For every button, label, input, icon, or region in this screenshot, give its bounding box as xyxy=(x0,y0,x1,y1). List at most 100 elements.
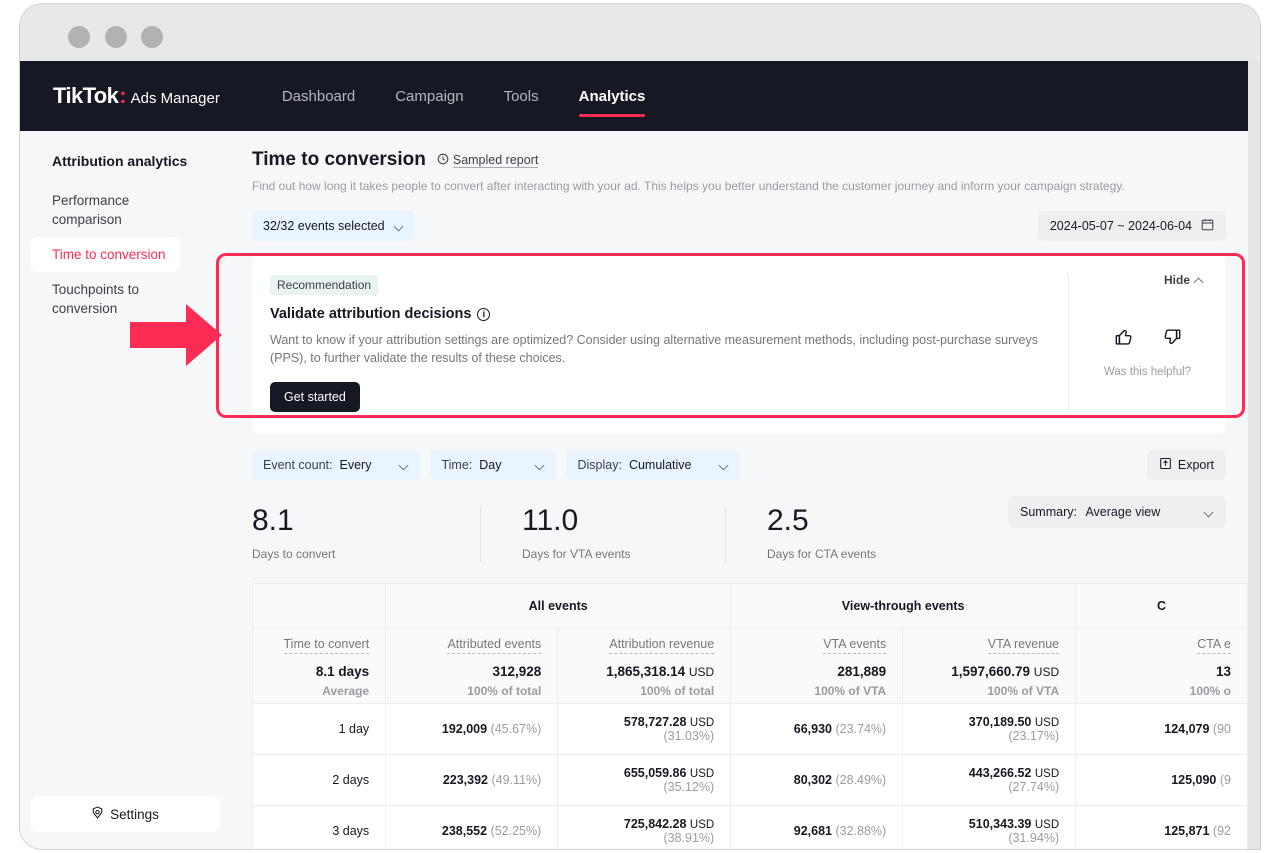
recommendation-badge: Recommendation xyxy=(270,275,379,295)
cell-vta-events: 92,681 (32.88%) xyxy=(730,805,904,849)
date-range-label: 2024-05-07 ~ 2024-06-04 xyxy=(1049,219,1192,233)
metric-value: 11.0 xyxy=(522,504,579,537)
settings-label: Settings xyxy=(110,806,159,822)
summary-view-dropdown[interactable]: Summary: Average view xyxy=(1008,496,1226,528)
cell-attribution-revenue: 578,727.28 USD (31.03%) xyxy=(557,703,732,755)
column-summary-value: 1,597,660.79 USD xyxy=(951,663,1060,679)
table-row: 3 days 238,552 (52.25%) 725,842.28 USD (… xyxy=(252,805,1248,849)
window-minimize-dot[interactable] xyxy=(105,26,127,48)
row-label: 1 day xyxy=(252,703,387,755)
row-label: 2 days xyxy=(252,754,387,806)
event-count-dropdown[interactable]: Event count: Every xyxy=(252,450,421,480)
page-title-row: Time to conversion Sampled report xyxy=(252,149,1226,171)
nav-links: Dashboard Campaign Tools Analytics xyxy=(262,61,666,131)
row-label: 3 days xyxy=(252,805,387,849)
sidebar-item-time-to-conversion[interactable]: Time to conversion xyxy=(30,237,180,272)
metric-days-for-vta-events: 11.0 Days for VTA events xyxy=(480,504,767,562)
table-summary-row: Time to convert 8.1 days Average Attribu… xyxy=(252,628,1248,704)
events-selected-label: 32/32 events selected xyxy=(263,219,385,233)
sampled-report-badge[interactable]: Sampled report xyxy=(437,152,539,168)
events-selected-dropdown[interactable]: 32/32 events selected xyxy=(252,211,415,241)
recommendation-title-row: Validate attribution decisions i xyxy=(270,306,1050,322)
cell-attributed-events: 192,009 (45.67%) xyxy=(385,703,559,755)
recommendation-content: Recommendation Validate attribution deci… xyxy=(270,275,1068,412)
brand-logo[interactable]: TikTok: Ads Manager xyxy=(53,83,220,109)
column-label[interactable]: Attributed events xyxy=(447,637,542,654)
column-cta-events: CTA e 13 100% o xyxy=(1075,628,1248,704)
column-summary-sub: 100% of VTA xyxy=(814,683,887,698)
table-row: 1 day 192,009 (45.67%) 578,727.28 USD (3… xyxy=(252,703,1248,755)
nav-item-tools[interactable]: Tools xyxy=(504,61,539,131)
cell-attributed-events: 223,392 (49.11%) xyxy=(385,754,559,806)
settings-button[interactable]: Settings xyxy=(30,796,220,832)
cell-vta-revenue: 443,266.52 USD (27.74%) xyxy=(902,754,1077,806)
group-header-blank xyxy=(252,583,387,629)
chevron-down-icon xyxy=(395,222,404,231)
recommendation-body: Want to know if your attribution setting… xyxy=(270,333,1038,365)
event-count-label: Event count: xyxy=(263,458,333,472)
window-maximize-dot[interactable] xyxy=(141,26,163,48)
cell-vta-revenue: 510,343.39 USD (31.94%) xyxy=(902,805,1077,849)
cell-attribution-revenue: 725,842.28 USD (38.91%) xyxy=(557,805,732,849)
column-vta-events: VTA events 281,889 100% of VTA xyxy=(730,628,904,704)
calendar-icon xyxy=(1201,218,1214,234)
column-label[interactable]: VTA revenue xyxy=(987,637,1060,654)
thumbs-down-icon[interactable] xyxy=(1161,326,1183,353)
top-navigation: TikTok: Ads Manager Dashboard Campaign To… xyxy=(20,61,1248,131)
group-header-all-events: All events xyxy=(385,583,732,629)
display-label: Display: xyxy=(577,458,622,472)
arrow-annotation xyxy=(130,304,222,371)
get-started-button[interactable]: Get started xyxy=(270,382,360,412)
cell-cta-events: 125,090 (9 xyxy=(1075,754,1248,806)
recommendation-title: Validate attribution decisions xyxy=(270,306,472,322)
hide-label: Hide xyxy=(1163,273,1190,287)
currency-unit: USD xyxy=(688,664,715,679)
column-summary-value: 1,865,318.14 USD xyxy=(606,663,715,679)
time-dropdown[interactable]: Time: Day xyxy=(430,450,557,480)
column-label[interactable]: Time to convert xyxy=(283,637,370,654)
column-label[interactable]: VTA events xyxy=(823,637,887,654)
chevron-down-icon xyxy=(720,461,729,470)
sampled-report-label: Sampled report xyxy=(452,152,539,168)
export-button[interactable]: Export xyxy=(1146,450,1226,480)
nav-item-campaign[interactable]: Campaign xyxy=(395,61,463,131)
nav-item-dashboard[interactable]: Dashboard xyxy=(282,61,355,131)
time-value: Day xyxy=(479,458,502,472)
window-close-dot[interactable] xyxy=(68,26,90,48)
page-description: Find out how long it takes people to con… xyxy=(252,179,1125,193)
export-icon xyxy=(1159,457,1172,473)
time-label: Time: xyxy=(441,458,473,472)
clock-icon xyxy=(437,153,449,168)
cell-cta-events: 125,871 (92 xyxy=(1075,805,1248,849)
main-content: Time to conversion Sampled report Find o… xyxy=(230,131,1248,849)
column-summary-sub: 100% of total xyxy=(640,683,715,698)
gear-icon xyxy=(91,806,104,822)
column-summary-value: 281,889 xyxy=(837,663,887,679)
display-dropdown[interactable]: Display: Cumulative xyxy=(566,450,741,480)
currency-unit: USD xyxy=(1033,664,1060,679)
sidebar-item-performance-comparison[interactable]: Performance comparison xyxy=(30,183,180,237)
thumbs-up-icon[interactable] xyxy=(1113,326,1135,353)
hide-recommendation-button[interactable]: Hide xyxy=(1164,273,1204,287)
cell-vta-events: 80,302 (28.49%) xyxy=(730,754,904,806)
cell-attribution-revenue: 655,059.86 USD (35.12%) xyxy=(557,754,732,806)
metric-caption: Days for CTA events xyxy=(767,547,877,561)
sidebar: Attribution analytics Performance compar… xyxy=(20,131,230,849)
column-label[interactable]: Attribution revenue xyxy=(609,637,715,654)
time-to-conversion-table-wrapper: All events View-through events C Time to… xyxy=(252,583,1248,849)
metric-days-for-cta-events: 2.5 Days for CTA events xyxy=(725,504,1012,562)
screenshot-root: TikTok: Ads Manager Dashboard Campaign To… xyxy=(0,0,1280,853)
info-icon[interactable]: i xyxy=(477,307,491,321)
export-label: Export xyxy=(1177,458,1214,472)
column-time-to-convert: Time to convert 8.1 days Average xyxy=(252,628,387,704)
recommendation-card: Hide Recommendation Validate attribution… xyxy=(252,255,1226,434)
column-attributed-events: Attributed events 312,928 100% of total xyxy=(385,628,559,704)
chevron-down-icon xyxy=(400,461,409,470)
brand-ads-manager-text: Ads Manager xyxy=(130,90,220,107)
summary-label: Summary: xyxy=(1020,505,1077,519)
date-range-picker[interactable]: 2024-05-07 ~ 2024-06-04 xyxy=(1037,211,1226,241)
recommendation-section: Hide Recommendation Validate attribution… xyxy=(230,241,1248,434)
column-label[interactable]: CTA e xyxy=(1197,637,1231,654)
nav-item-analytics[interactable]: Analytics xyxy=(578,61,645,131)
metric-caption: Days for VTA events xyxy=(522,547,631,561)
